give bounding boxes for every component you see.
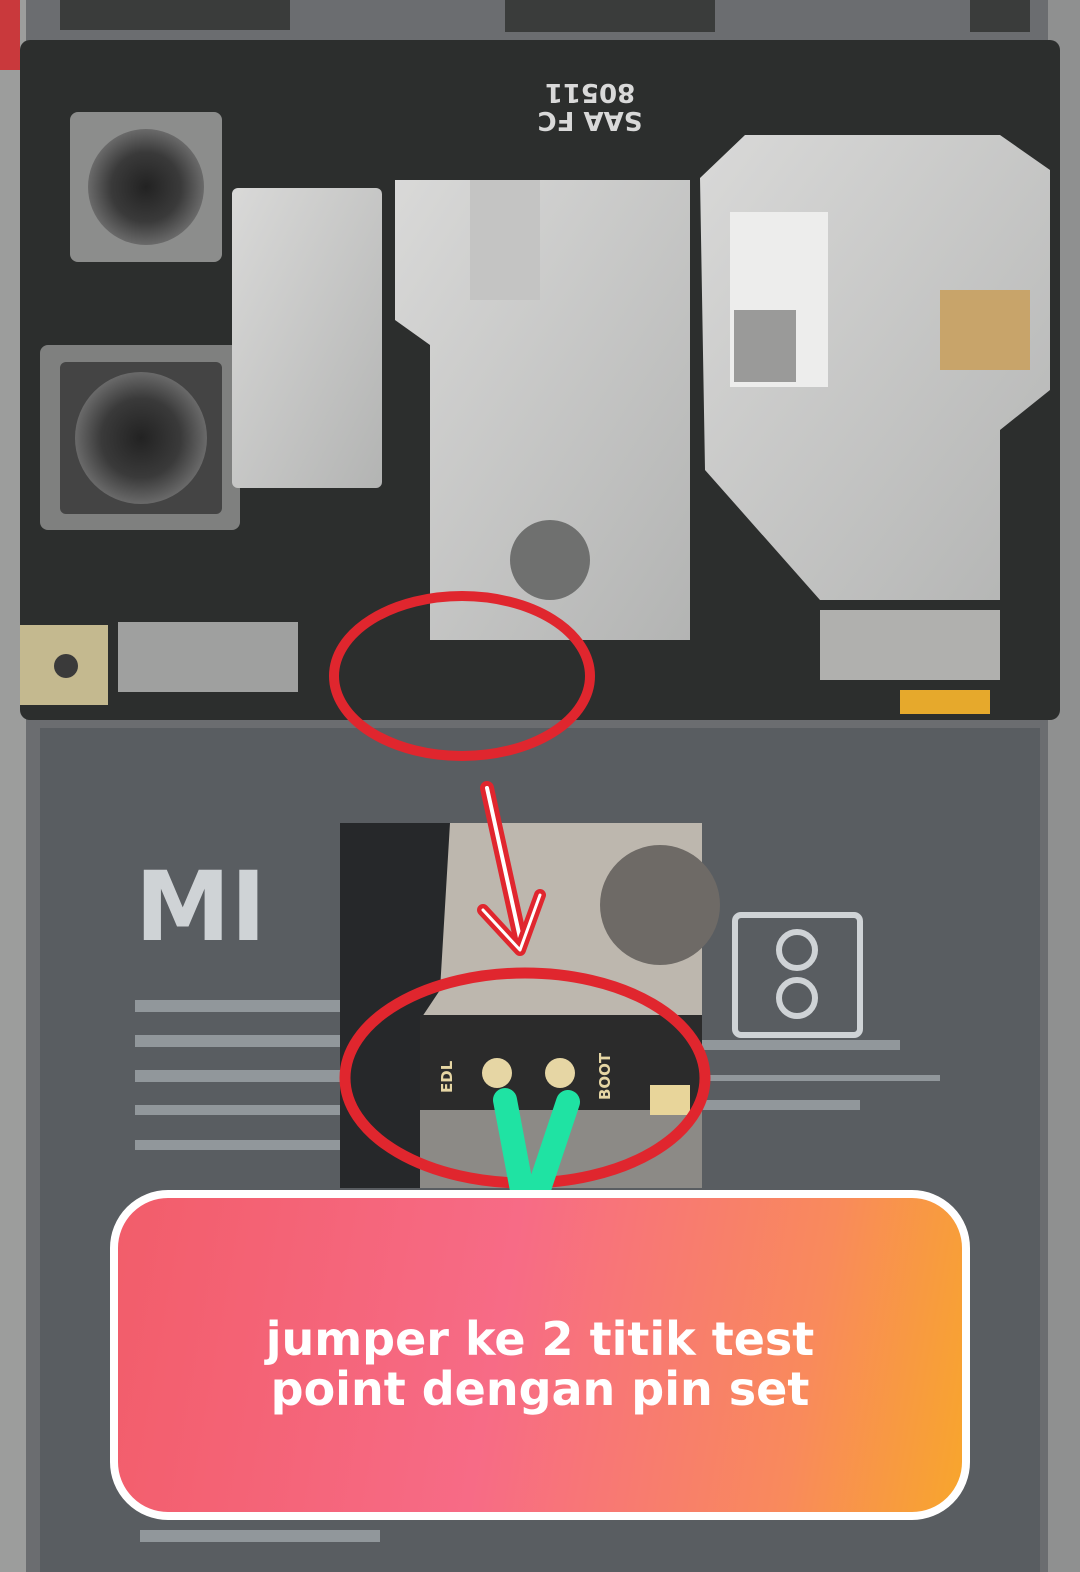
camera-lens-top-icon [88, 129, 204, 245]
pad-label-boot: BOOT [596, 1052, 614, 1100]
test-point-pad-right [545, 1058, 575, 1088]
gold-flex-cable [900, 690, 990, 714]
top-connector-left [60, 0, 290, 30]
caption-box: jumper ke 2 titik test point dengan pin … [110, 1190, 970, 1520]
top-connector-mid [505, 0, 715, 32]
component-left-bottom [118, 622, 298, 692]
qr-code-icon [734, 310, 796, 382]
tutorial-image: SAA FC 80511 MI EDL BOOT jumper ke 2 tit… [0, 0, 1080, 1572]
shield-center-dot [510, 520, 590, 600]
component-right-bottom [820, 610, 1000, 680]
pad-label-edl: EDL [438, 1060, 456, 1093]
board-marking: SAA FC 80511 [538, 77, 643, 135]
test-point-pad-left [482, 1058, 512, 1088]
caption-text: jumper ke 2 titik test point dengan pin … [265, 1312, 815, 1416]
top-connector-right [970, 0, 1030, 32]
screw-left-icon [54, 654, 78, 678]
svg-text:80511: 80511 [545, 77, 635, 107]
battery-brand: MI [135, 851, 266, 963]
frame-red-corner [0, 0, 20, 70]
svg-text:SAA FC: SAA FC [538, 105, 643, 135]
shield-center-tab [470, 180, 540, 300]
camera-lens-main-icon [75, 372, 207, 504]
shield-left [232, 188, 382, 488]
shield-right-gold-pad [940, 290, 1030, 370]
